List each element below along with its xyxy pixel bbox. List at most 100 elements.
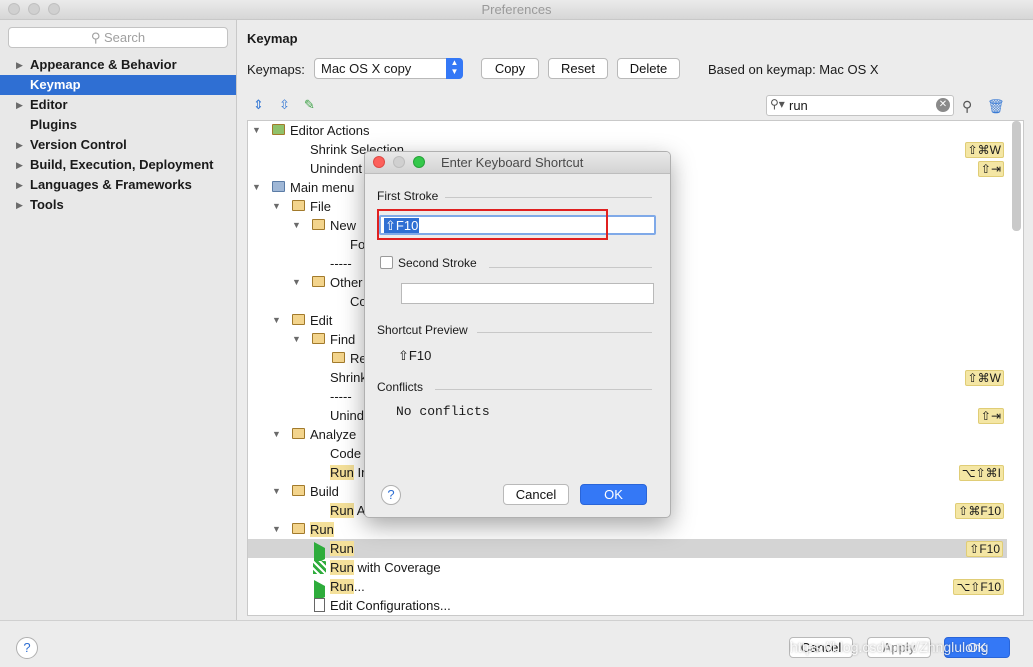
reset-button[interactable]: Reset xyxy=(548,58,608,79)
match-highlight: Run xyxy=(330,579,354,594)
tree-row-label: Build xyxy=(310,484,339,499)
keymap-select[interactable]: Mac OS X copy ▲ ▼ xyxy=(314,58,463,79)
tree-row-label: Edit xyxy=(310,313,333,328)
match-highlight: Run xyxy=(330,560,354,575)
sidebar-item-build[interactable]: ▶ Build, Execution, Deployment xyxy=(0,155,236,175)
shortcut-badge: ⇧F10 xyxy=(966,541,1003,557)
sidebar-item-label: Plugins xyxy=(30,117,77,132)
clear-filter-icon[interactable]: ✕ xyxy=(936,98,950,112)
shortcut-badge: ⌥⇧⌘I xyxy=(958,465,1004,481)
delete-button[interactable]: Delete xyxy=(617,58,680,79)
expand-all-icon[interactable]: ⇕ xyxy=(253,98,267,113)
action-filter-input[interactable]: ⚲▾ run ✕ xyxy=(766,95,954,116)
tree-row-label: Unind xyxy=(330,408,364,423)
expand-arrow-icon[interactable]: ▶ xyxy=(16,55,23,75)
sidebar-item-label: Tools xyxy=(30,197,64,212)
shortcut-badge: ⇧⌘W xyxy=(964,142,1004,158)
sidebar-item-editor[interactable]: ▶ Editor xyxy=(0,95,236,115)
match-highlight: Run xyxy=(330,503,354,518)
highlight-box xyxy=(377,209,608,240)
tree-row-label: Find xyxy=(330,332,356,347)
tree-row[interactable]: Edit Configurations... xyxy=(248,596,1008,615)
shortcut-badge: ⇧⇥ xyxy=(977,161,1004,177)
sidebar-item-label: Keymap xyxy=(30,77,81,92)
dialog-titlebar: Enter Keyboard Shortcut xyxy=(365,152,670,174)
folder-icon xyxy=(292,314,305,325)
editor-actions-icon xyxy=(272,124,285,135)
zoom-window-icon[interactable] xyxy=(48,3,60,15)
sidebar-item-label: Languages & Frameworks xyxy=(30,177,192,192)
tree-row[interactable]: ▼ Run xyxy=(248,520,1008,539)
minimize-window-icon[interactable] xyxy=(28,3,40,15)
tree-row-label: Analyze xyxy=(310,427,357,442)
tree-row-label: Unindent xyxy=(310,161,363,176)
tree-row-label: ... xyxy=(353,579,365,594)
main-menu-icon xyxy=(272,181,285,192)
shortcut-badge: ⇧⌘W xyxy=(964,370,1004,386)
expand-arrow-icon[interactable]: ▶ xyxy=(16,175,23,195)
dialog-cancel-button[interactable]: Cancel xyxy=(503,484,569,505)
folder-icon xyxy=(292,428,305,439)
match-highlight: Run xyxy=(310,522,334,537)
dialog-help-button[interactable]: ? xyxy=(381,485,401,505)
tree-row-label: Other xyxy=(330,275,363,290)
folder-icon xyxy=(292,200,305,211)
tree-row-label: Shrink xyxy=(330,370,367,385)
tree-row-label: New xyxy=(330,218,357,233)
tree-row-selected[interactable]: Run ⇧F10 xyxy=(248,539,1007,565)
sidebar-item-tools[interactable]: ▶ Tools xyxy=(0,195,236,215)
sidebar-item-languages[interactable]: ▶ Languages & Frameworks xyxy=(0,175,236,195)
dialog-close-icon[interactable] xyxy=(373,156,385,168)
enter-shortcut-dialog: Enter Keyboard Shortcut First Stroke ⇧F1… xyxy=(364,151,671,518)
tree-row-label: File xyxy=(310,199,331,214)
clear-all-shortcuts-icon[interactable]: 🗑 xyxy=(987,98,1005,114)
second-stroke-input[interactable] xyxy=(401,283,654,304)
second-stroke-checkbox[interactable] xyxy=(380,256,393,269)
action-filter-value: run xyxy=(789,98,808,113)
expand-arrow-icon[interactable]: ▶ xyxy=(16,195,23,215)
folder-icon xyxy=(312,276,325,287)
sidebar-item-appearance[interactable]: ▶ Appearance & Behavior xyxy=(0,55,236,75)
copy-button[interactable]: Copy xyxy=(481,58,539,79)
tree-scrollbar[interactable] xyxy=(1012,121,1021,231)
dialog-ok-button[interactable]: OK xyxy=(580,484,647,505)
expand-arrow-icon[interactable]: ▶ xyxy=(16,135,23,155)
window-title: Preferences xyxy=(481,2,552,17)
folder-icon xyxy=(292,523,305,534)
edit-shortcut-icon[interactable]: ✎ xyxy=(304,98,318,113)
close-window-icon[interactable] xyxy=(8,3,20,15)
tree-row-label: ----- xyxy=(330,389,352,404)
tree-row-label: with Coverage xyxy=(353,560,441,575)
tree-row-label: ----- xyxy=(330,256,352,271)
expand-arrow-icon[interactable]: ▶ xyxy=(16,95,23,115)
sidebar-item-version-control[interactable]: ▶ Version Control xyxy=(0,135,236,155)
first-stroke-label: First Stroke xyxy=(377,189,439,203)
keymaps-label: Keymaps: xyxy=(247,62,305,77)
dialog-zoom-icon[interactable] xyxy=(413,156,425,168)
tree-row-label: Editor Actions xyxy=(290,123,370,138)
tree-row-label: Main menu xyxy=(290,180,355,195)
run-coverage-icon xyxy=(313,561,326,574)
help-button[interactable]: ? xyxy=(16,637,38,659)
tree-row-label: Fo xyxy=(350,237,366,252)
tree-row[interactable]: ▼ Editor Actions xyxy=(248,121,1008,140)
dialog-minimize-icon xyxy=(393,156,405,168)
find-by-shortcut-icon[interactable]: ⚲ xyxy=(962,98,978,114)
conflicts-label: Conflicts xyxy=(377,380,424,394)
settings-search-input[interactable]: ⚲ Search xyxy=(8,27,228,48)
sidebar-item-plugins[interactable]: Plugins xyxy=(0,115,236,135)
tree-row[interactable]: Run with Coverage xyxy=(248,558,1008,577)
shortcut-badge: ⇧⌘F10 xyxy=(955,503,1004,519)
shortcut-preview-label: Shortcut Preview xyxy=(377,323,468,337)
search-icon: ⚲▾ xyxy=(770,97,785,111)
collapse-all-icon[interactable]: ⇳ xyxy=(279,98,293,113)
sidebar-item-label: Build, Execution, Deployment xyxy=(30,157,214,172)
sidebar-item-keymap[interactable]: Keymap xyxy=(0,75,236,95)
tree-row[interactable]: Run... ⌥⇧F10 xyxy=(248,577,1008,603)
shortcut-badge: ⇧⇥ xyxy=(977,408,1004,424)
based-on-label: Based on keymap: Mac OS X xyxy=(708,62,879,77)
watermark: https://blog.csdn.net/Zhnglulong xyxy=(790,639,989,655)
tree-row-label: Edit Configurations... xyxy=(330,598,451,613)
expand-arrow-icon[interactable]: ▶ xyxy=(16,155,23,175)
window-titlebar: Preferences xyxy=(0,0,1033,20)
